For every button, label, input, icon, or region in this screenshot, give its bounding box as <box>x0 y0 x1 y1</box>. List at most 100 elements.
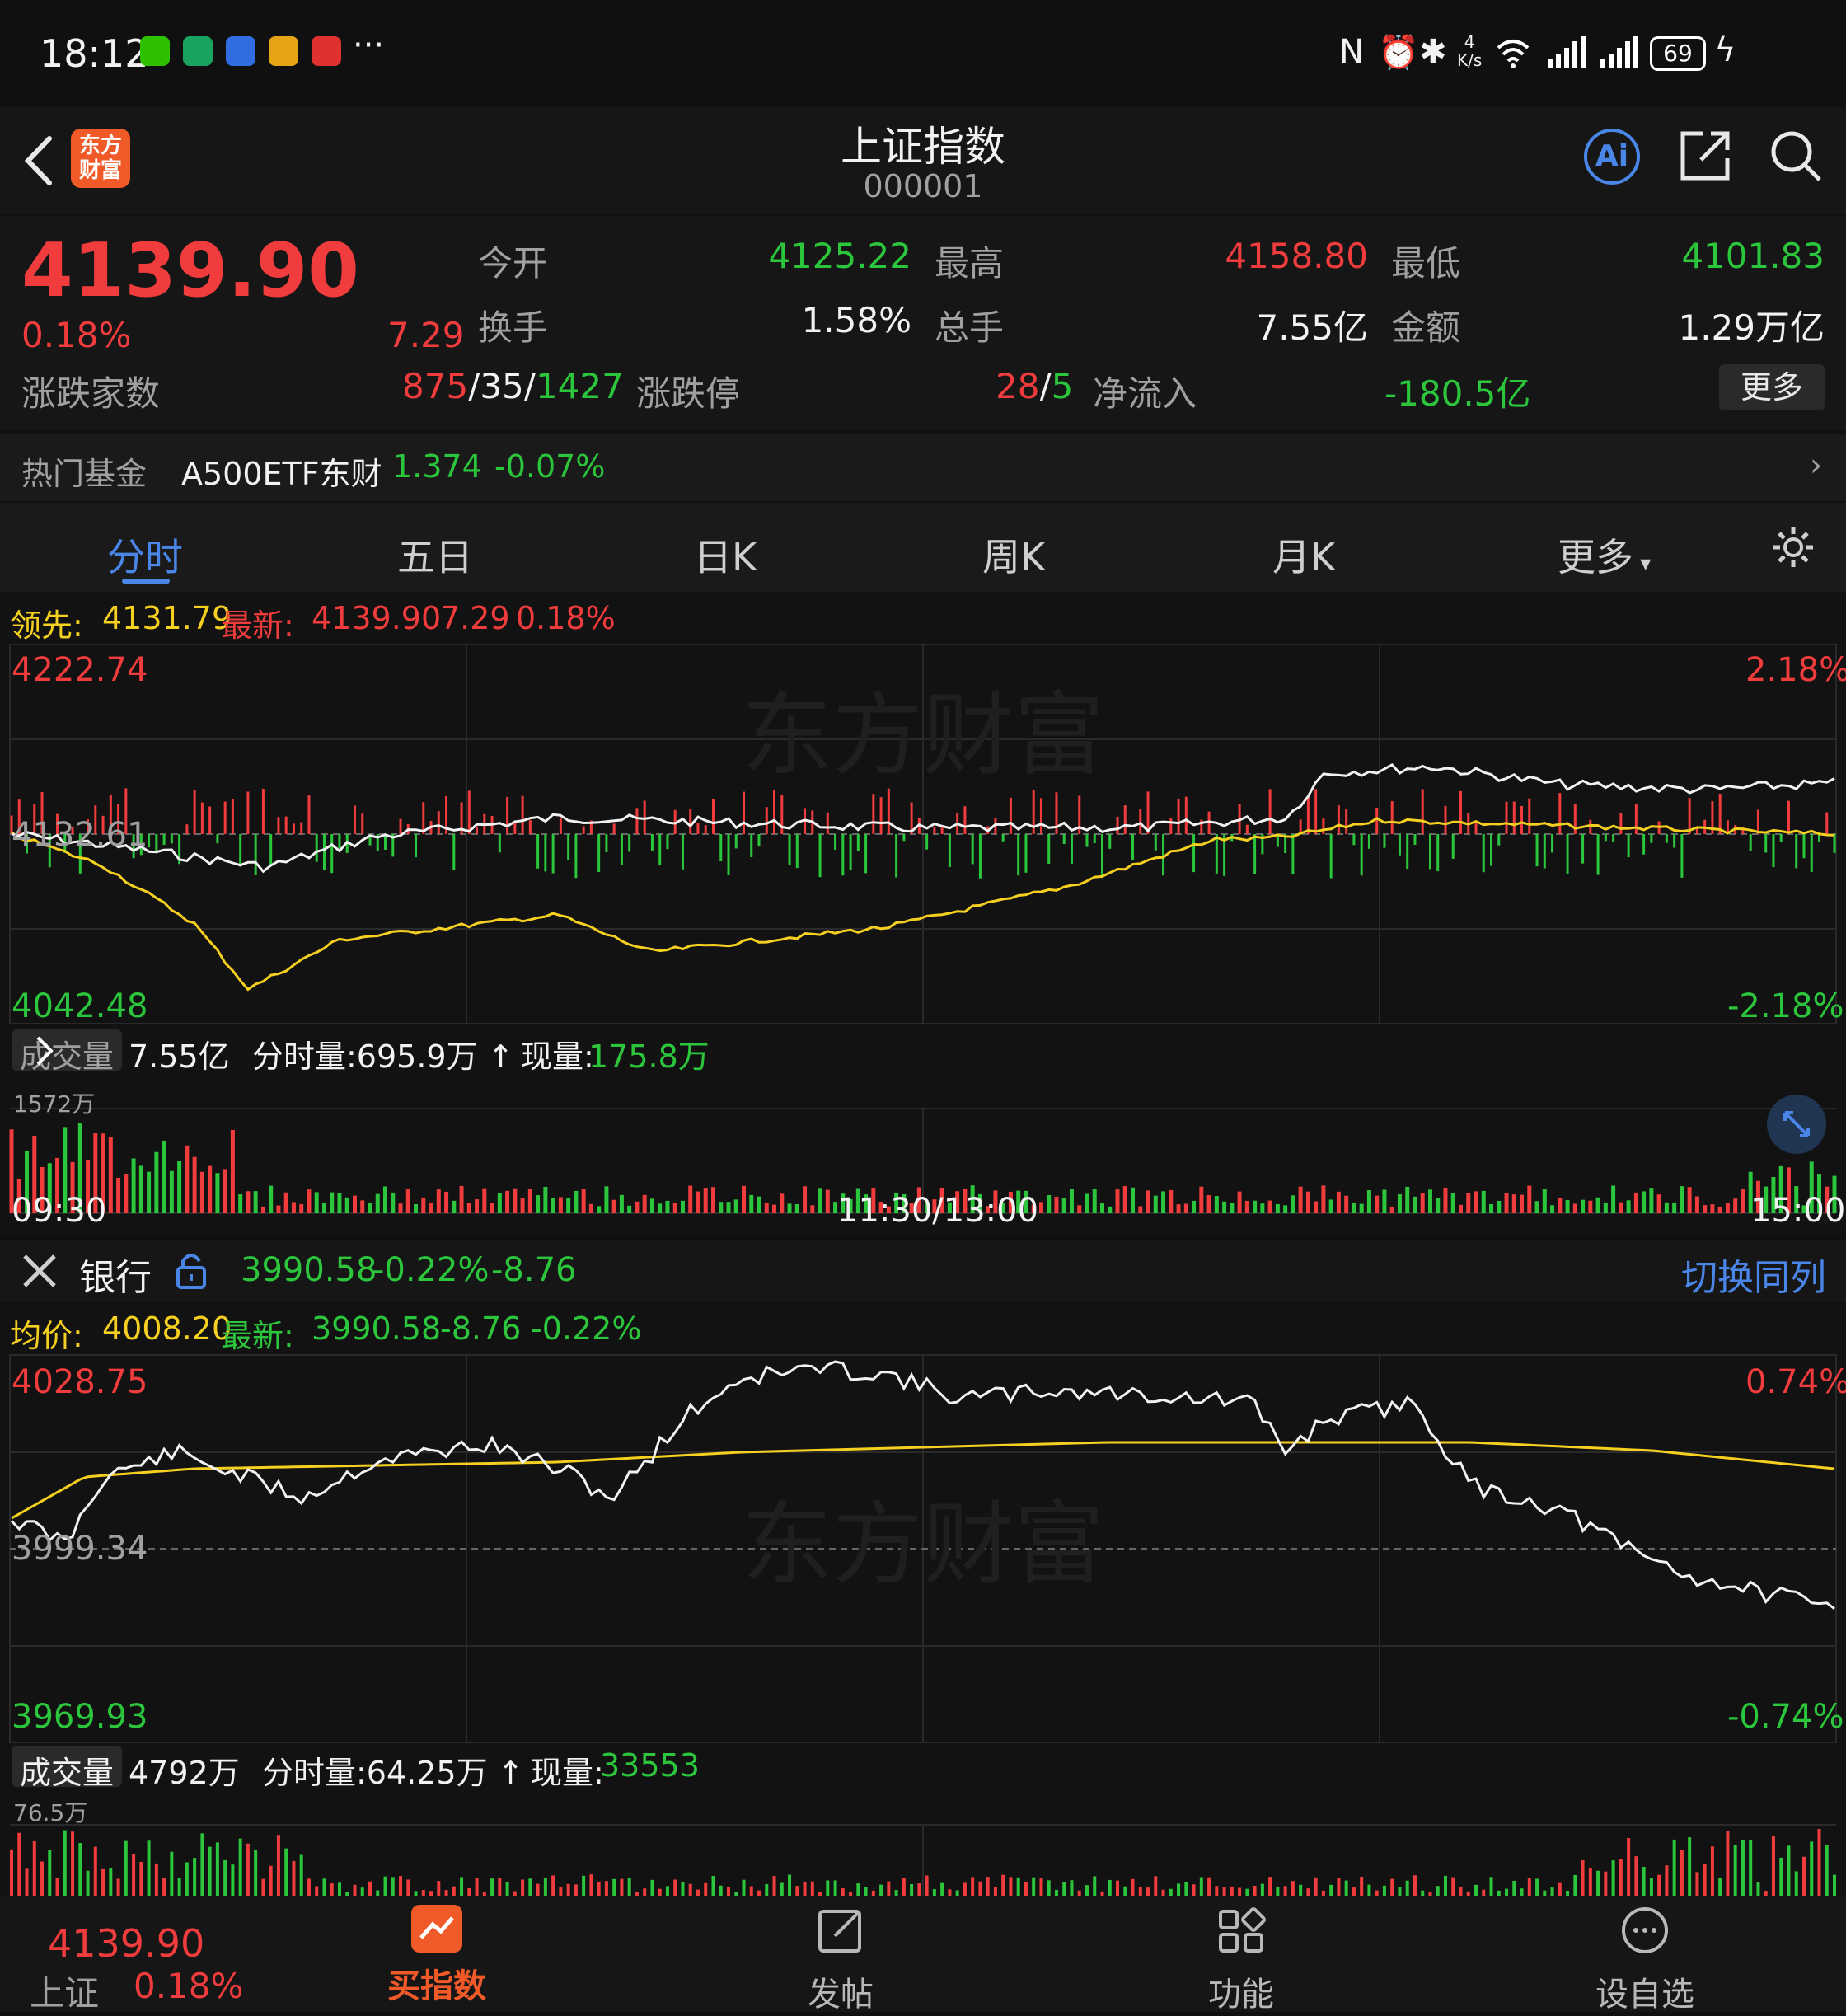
latest-value: 3990.58 <box>312 1310 442 1347</box>
add-watchlist-button[interactable]: 设自选 <box>1571 1905 1719 2015</box>
y-axis-bottom: 3969.93 <box>12 1698 148 1736</box>
lock-icon[interactable] <box>175 1249 208 1291</box>
collapse-icon[interactable] <box>31 1034 56 1067</box>
tab-daily-k[interactable]: 日K <box>694 527 757 582</box>
post-label: 发帖 <box>808 1976 874 2014</box>
avg-label: 均价: <box>10 1318 83 1354</box>
volume-now-label: 现量: <box>531 1755 604 1791</box>
ai-icon[interactable]: Ai <box>1584 129 1640 185</box>
expand-icon[interactable] <box>1767 1095 1826 1154</box>
net-speed: 4 K/s <box>1457 32 1483 70</box>
signal-icon <box>1548 36 1586 68</box>
y-axis-top: 4222.74 <box>12 651 148 689</box>
post-icon <box>818 1910 861 1953</box>
hot-fund-bar[interactable]: 热门基金 A500ETF东财 1.374 -0.07% › <box>0 434 1846 501</box>
volume-selector[interactable]: 成交量 <box>12 1029 122 1075</box>
volume-value: 7.55亿 <box>1256 307 1368 348</box>
latest-change: 7.29 <box>440 600 510 636</box>
header: 东方 财富 上证指数 000001 Ai <box>0 107 1846 214</box>
open-value: 4125.22 <box>768 236 911 276</box>
fund-price: 1.374 <box>392 448 482 485</box>
buy-index-label: 买指数 <box>387 1967 486 2005</box>
alarm-icon: ⏰ <box>1378 34 1419 72</box>
app-notification-icon <box>226 36 255 66</box>
buy-index-button[interactable]: 买指数 <box>363 1905 511 2007</box>
watchlist-label: 设自选 <box>1595 1976 1694 2014</box>
tab-weekly-k[interactable]: 周K <box>982 527 1045 582</box>
charging-icon: ϟ <box>1714 31 1736 69</box>
tab-indicator <box>122 579 170 584</box>
tab-five-day[interactable]: 五日 <box>397 527 473 582</box>
amount-value: 1.29万亿 <box>1678 307 1825 348</box>
sector-price: 3990.58 <box>241 1251 377 1289</box>
latest-label: 最新: <box>221 1318 294 1354</box>
settings-icon[interactable] <box>1770 524 1816 570</box>
volume-total: 7.55亿 <box>129 1038 230 1075</box>
volume-total: 4792万 <box>129 1755 240 1791</box>
high-value: 4158.80 <box>1225 236 1368 276</box>
ticker-pct: 0.18% <box>134 1966 244 2006</box>
lead-label: 领先: <box>10 607 83 644</box>
tab-monthly-k[interactable]: 月K <box>1272 527 1335 582</box>
chart1-svg: 东方财富 <box>9 644 1837 1214</box>
time-end: 15:00 <box>1750 1192 1846 1230</box>
period-tabs: 分时 五日 日K 周K 月K 更多 ▾ <box>0 503 1846 592</box>
bluetooth-icon: ✱ <box>1419 33 1447 71</box>
volume-label: 成交量 <box>20 1755 115 1791</box>
index-ticker[interactable]: 4139.90 上证 0.18% <box>25 1905 272 2014</box>
app-notification-icon <box>312 36 341 66</box>
share-icon[interactable] <box>1678 129 1732 183</box>
bottom-toolbar: 4139.90 上证 0.18% 买指数 发帖 功能 设自选 <box>0 1896 1846 2015</box>
chart2-watermark: 东方财富 <box>742 1492 1104 1597</box>
fund-change: -0.07% <box>494 448 606 485</box>
y-axis-mid: 4132.61 <box>12 816 148 854</box>
avg-value: 4008.20 <box>102 1310 232 1347</box>
fund-name[interactable]: A500ETF东财 <box>181 448 382 494</box>
turnover-value: 1.58% <box>801 300 911 340</box>
wifi-icon <box>1497 40 1530 68</box>
lead-value: 4131.79 <box>102 600 232 636</box>
volume-selector[interactable]: 成交量 <box>12 1746 122 1791</box>
close-icon[interactable] <box>21 1253 58 1289</box>
switch-peer-button[interactable]: 切换同列 <box>1681 1248 1826 1301</box>
sector-change: -8.76 <box>491 1251 577 1289</box>
open-label: 今开 <box>478 243 548 284</box>
limit-label: 涨跌停 <box>636 373 741 414</box>
volume-now: 33553 <box>600 1747 700 1784</box>
index-intraday-chart: 领先: 4131.79 最新: 4139.90 7.29 0.18% 东方财富 … <box>0 593 1846 1236</box>
current-price: 4139.90 <box>21 227 359 314</box>
time-mid: 11:30/13:00 <box>837 1192 1039 1230</box>
volume-now-label: 现量: <box>521 1038 594 1075</box>
latest-label: 最新: <box>221 607 294 644</box>
volume-now: 175.8万 <box>588 1038 710 1075</box>
watchlist-icon <box>1622 1907 1668 1953</box>
chart2-legend: 均价: 4008.20 最新: 3990.58 -8.76 -0.22% <box>0 1304 1846 1354</box>
time-start: 09:30 <box>12 1192 107 1230</box>
nfc-icon: N <box>1339 33 1364 71</box>
function-button[interactable]: 功能 <box>1167 1905 1315 2015</box>
volume-max: 1572万 <box>13 1090 96 1118</box>
volume-period: 分时量:695.9万 ↑ <box>252 1038 514 1075</box>
high-label: 最高 <box>935 243 1005 284</box>
chevron-right-icon[interactable]: › <box>1810 447 1822 483</box>
latest-value: 4139.90 <box>312 600 442 636</box>
more-button[interactable]: 更多 <box>1719 364 1825 410</box>
latest-pct: -0.22% <box>531 1310 642 1347</box>
post-button[interactable]: 发帖 <box>766 1905 915 2015</box>
hot-fund-label: 热门基金 <box>21 456 148 492</box>
status-bar: 18:12 ··· N ⏰ ✱ 4 K/s 69 ϟ <box>0 0 1846 107</box>
tab-intraday[interactable]: 分时 <box>107 527 183 582</box>
more-notifications-icon: ··· <box>353 26 385 64</box>
y-axis-bottom: 4042.48 <box>12 987 148 1025</box>
chart1-watermark: 东方财富 <box>742 682 1104 788</box>
stock-code: 000001 <box>863 168 983 204</box>
battery-icon: 69 <box>1650 36 1706 71</box>
search-icon[interactable] <box>1769 129 1823 183</box>
y-axis-top: 4028.75 <box>12 1363 148 1401</box>
chart2-volume-legend: 成交量 4792万 分时量:64.25万 ↑ 现量: 33553 <box>0 1742 1846 1792</box>
buy-index-icon <box>411 1905 462 1953</box>
tab-more[interactable]: 更多 ▾ <box>1558 527 1651 582</box>
latest-pct: 0.18% <box>516 600 616 636</box>
volume-period: 分时量:64.25万 ↑ <box>262 1755 524 1791</box>
limit-values: 28/5 <box>996 366 1074 406</box>
